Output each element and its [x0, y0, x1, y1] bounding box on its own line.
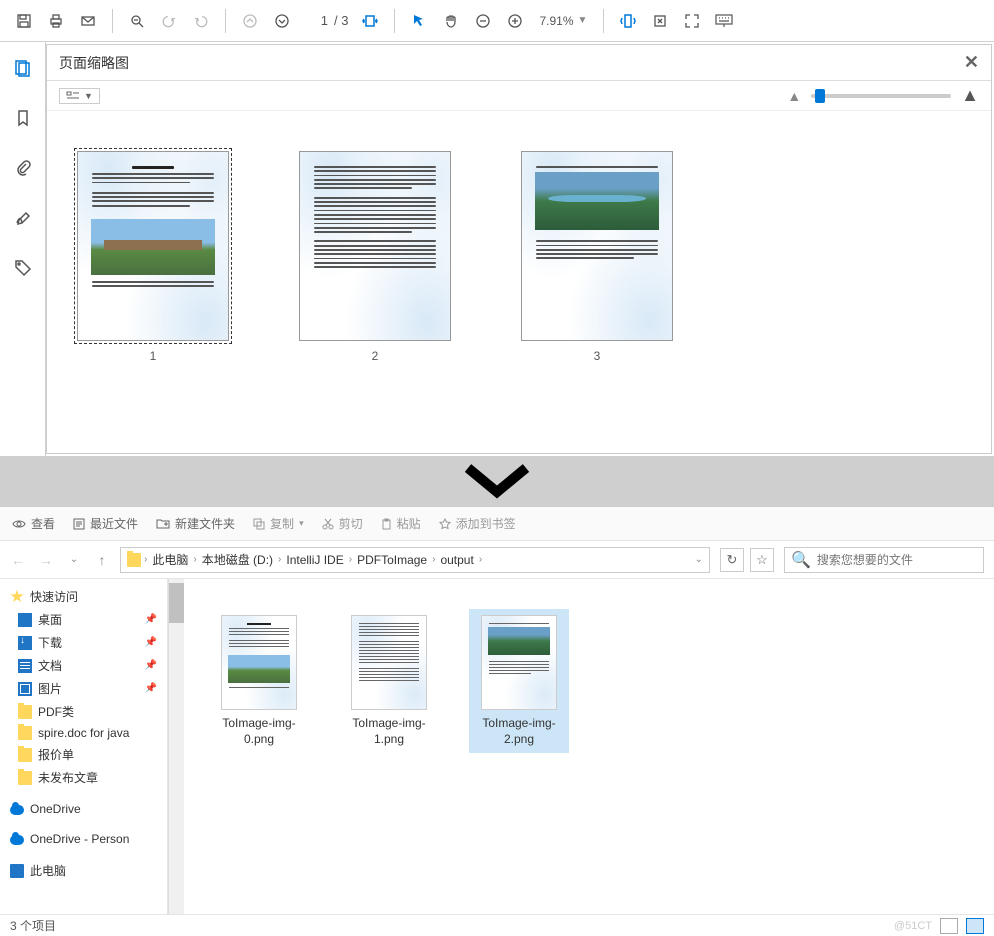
sidebar-downloads[interactable]: 下载📌 [0, 631, 167, 654]
status-bar: 3 个项目 @51CT [0, 914, 994, 936]
new-folder-button[interactable]: 新建文件夹 [156, 515, 235, 532]
sidebar-quick-access[interactable]: 快速访问 [0, 585, 167, 608]
search-input[interactable]: 🔍 [784, 547, 984, 573]
sidebar-scrollbar[interactable] [168, 579, 184, 914]
fit-page-icon[interactable] [614, 7, 642, 35]
forward-icon[interactable]: → [38, 552, 54, 568]
pdf-sidebar [0, 42, 46, 456]
folder-icon [127, 553, 141, 567]
bookmark-icon[interactable] [9, 104, 37, 132]
breadcrumb-item[interactable]: output [438, 553, 475, 567]
page-total: / 3 [334, 13, 348, 28]
favorite-icon[interactable]: ☆ [750, 548, 774, 572]
zoom-minus-icon[interactable] [469, 7, 497, 35]
item-count: 3 个项目 [10, 917, 56, 934]
sidebar-documents[interactable]: 文档📌 [0, 654, 167, 677]
pin-icon: 📌 [145, 660, 157, 671]
fullscreen-icon[interactable] [678, 7, 706, 35]
rotate-icon[interactable] [646, 7, 674, 35]
save-icon[interactable] [10, 7, 38, 35]
view-button[interactable]: 查看 [12, 515, 55, 532]
redo-icon[interactable] [187, 7, 215, 35]
pdf-toolbar: / 3 7.91%▼ [0, 0, 994, 42]
thumbnail-label: 2 [372, 349, 379, 363]
attachment-icon[interactable] [9, 154, 37, 182]
file-list: ToImage-img-0.png ToImage-img-1.png ToIm… [184, 579, 994, 914]
hand-icon[interactable] [437, 7, 465, 35]
recent-button[interactable]: 最近文件 [73, 515, 138, 532]
pointer-icon[interactable] [405, 7, 433, 35]
mail-icon[interactable] [74, 7, 102, 35]
undo-icon[interactable] [155, 7, 183, 35]
history-dropdown-icon[interactable]: ⌄ [66, 554, 82, 565]
breadcrumb-item[interactable]: IntelliJ IDE [284, 553, 345, 567]
thumbnail-panel-title: 页面缩略图 [59, 53, 129, 73]
page-input[interactable] [300, 11, 330, 30]
sidebar-onedrive[interactable]: OneDrive [0, 799, 167, 819]
address-bar-row: ← → ⌄ ↑ › 此电脑› 本地磁盘 (D:)› IntelliJ IDE› … [0, 541, 994, 579]
file-name: ToImage-img-2.png [475, 716, 563, 747]
file-item[interactable]: ToImage-img-2.png [469, 609, 569, 753]
file-name: ToImage-img-0.png [215, 716, 303, 747]
keyboard-icon[interactable] [710, 7, 738, 35]
file-name: ToImage-img-1.png [345, 716, 433, 747]
icons-view-icon[interactable] [966, 918, 984, 934]
thumbnail-label: 3 [594, 349, 601, 363]
file-explorer: 查看 最近文件 新建文件夹 复制▾ 剪切 粘贴 添加到书签 ← → ⌄ ↑ › … [0, 506, 994, 936]
back-icon[interactable]: ← [10, 552, 26, 568]
sidebar-pictures[interactable]: 图片📌 [0, 677, 167, 700]
mountain-large-icon: ▲ [961, 85, 979, 106]
breadcrumb-item[interactable]: PDFToImage [355, 553, 429, 567]
cut-button[interactable]: 剪切 [322, 515, 363, 532]
zoom-select[interactable]: 7.91%▼ [533, 12, 593, 30]
print-icon[interactable] [42, 7, 70, 35]
bookmark-button[interactable]: 添加到书签 [439, 515, 516, 532]
page-down-icon[interactable] [268, 7, 296, 35]
sidebar-folder-spire[interactable]: spire.doc for java [0, 723, 167, 743]
refresh-icon[interactable]: ↻ [720, 548, 744, 572]
thumbnail-options[interactable]: ▼ [59, 88, 100, 104]
pin-icon: 📌 [145, 614, 157, 625]
copy-button[interactable]: 复制▾ [253, 515, 304, 532]
sidebar-folder-pdf[interactable]: PDF类 [0, 700, 167, 723]
signature-icon[interactable] [9, 204, 37, 232]
file-item[interactable]: ToImage-img-0.png [209, 609, 309, 753]
explorer-sidebar: 快速访问 桌面📌 下载📌 文档📌 图片📌 PDF类 spire.doc for … [0, 579, 168, 914]
watermark: @51CT [894, 920, 932, 932]
explorer-toolbar: 查看 最近文件 新建文件夹 复制▾ 剪切 粘贴 添加到书签 [0, 507, 994, 541]
file-item[interactable]: ToImage-img-1.png [339, 609, 439, 753]
sidebar-onedrive-personal[interactable]: OneDrive - Person [0, 829, 167, 849]
sidebar-folder-quote[interactable]: 报价单 [0, 743, 167, 766]
thumbnail-panel: 页面缩略图 ✕ ▼ ▲ ▲ 1 2 [46, 44, 992, 454]
address-dropdown-icon[interactable]: ⌄ [695, 554, 703, 565]
thumbnail-size-slider[interactable]: ▲ ▲ [787, 85, 979, 106]
sidebar-desktop[interactable]: 桌面📌 [0, 608, 167, 631]
sidebar-folder-unpub[interactable]: 未发布文章 [0, 766, 167, 789]
tag-icon[interactable] [9, 254, 37, 282]
zoom-out-fit-icon[interactable] [123, 7, 151, 35]
breadcrumb-item[interactable]: 此电脑 [150, 551, 190, 568]
thumbnail-page-2[interactable]: 2 [299, 151, 451, 443]
thumbnails-icon[interactable] [9, 54, 37, 82]
page-up-icon[interactable] [236, 7, 264, 35]
fit-width-icon[interactable] [356, 7, 384, 35]
paste-button[interactable]: 粘贴 [381, 515, 421, 532]
search-icon: 🔍 [791, 550, 811, 570]
pin-icon: 📌 [145, 683, 157, 694]
section-divider [0, 456, 994, 506]
thumbnail-page-3[interactable]: 3 [521, 151, 673, 443]
mountain-small-icon: ▲ [787, 88, 801, 104]
breadcrumb-item[interactable]: 本地磁盘 (D:) [200, 551, 275, 568]
pin-icon: 📌 [145, 637, 157, 648]
sidebar-this-pc[interactable]: 此电脑 [0, 859, 167, 882]
thumbnail-label: 1 [150, 349, 157, 363]
thumbnail-page-1[interactable]: 1 [77, 151, 229, 443]
zoom-plus-icon[interactable] [501, 7, 529, 35]
pdf-viewer: / 3 7.91%▼ 页面缩略图 ✕ ▼ [0, 0, 994, 456]
breadcrumb[interactable]: › 此电脑› 本地磁盘 (D:)› IntelliJ IDE› PDFToIma… [120, 547, 710, 573]
up-icon[interactable]: ↑ [94, 552, 110, 568]
close-icon[interactable]: ✕ [964, 52, 979, 73]
details-view-icon[interactable] [940, 918, 958, 934]
